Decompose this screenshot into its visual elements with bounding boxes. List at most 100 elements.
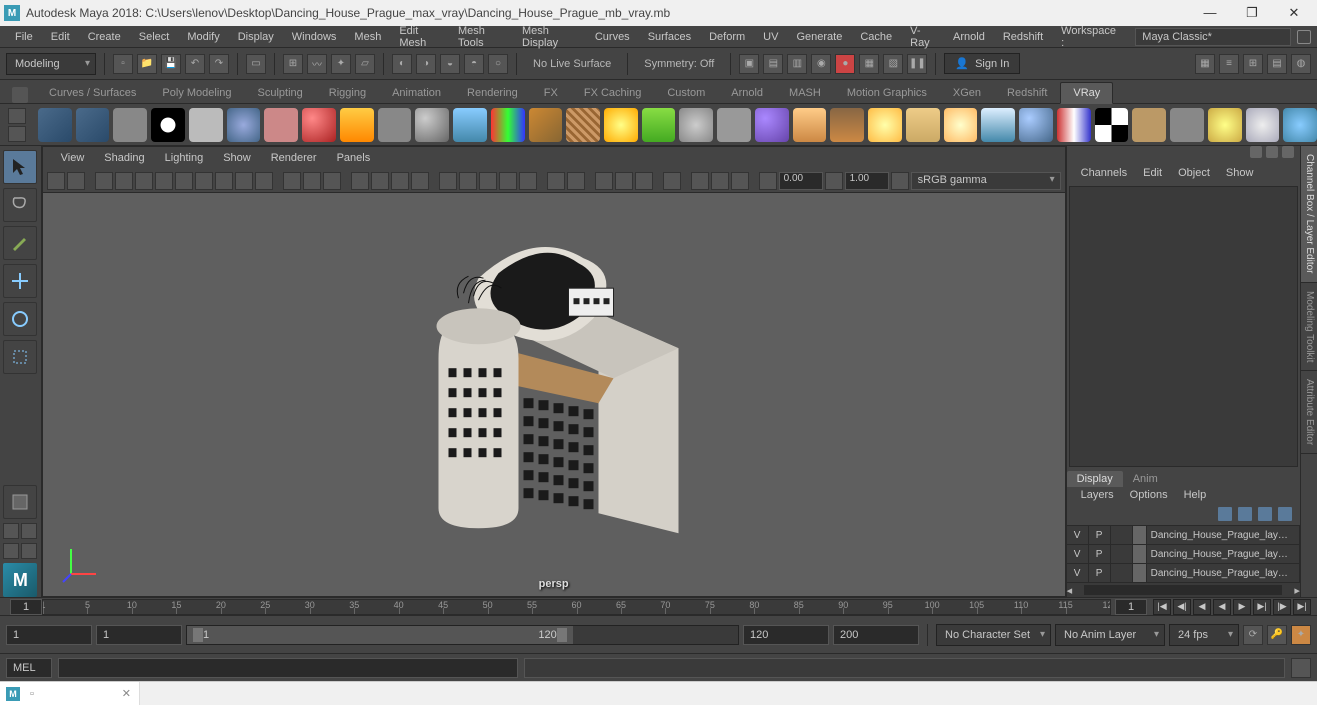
hypershade-icon[interactable]: ◉	[811, 54, 831, 74]
layer-icon-4[interactable]	[1278, 507, 1292, 521]
channel-menu-channels[interactable]: Channels	[1073, 167, 1135, 179]
close-button[interactable]: ✕	[1279, 5, 1309, 21]
layout-two-icon[interactable]	[21, 523, 37, 539]
pt-icon-22[interactable]	[519, 172, 537, 190]
pt-camera-icon[interactable]	[47, 172, 65, 190]
rotate-tool[interactable]	[3, 302, 37, 336]
vray-purple-icon[interactable]	[755, 108, 789, 142]
menu-deform[interactable]: Deform	[700, 31, 754, 43]
panel-menu-show[interactable]: Show	[213, 152, 261, 164]
vray-cone2-icon[interactable]	[906, 108, 940, 142]
viewport[interactable]: persp	[43, 193, 1065, 596]
vray-sphere-red-icon[interactable]	[302, 108, 336, 142]
goto-start-button[interactable]: |◀	[1153, 599, 1171, 615]
vray-light-icon[interactable]	[227, 108, 261, 142]
pt-icon-13[interactable]	[323, 172, 341, 190]
move-tool[interactable]	[3, 264, 37, 298]
maya-home-icon[interactable]: M	[3, 563, 37, 597]
menu-cache[interactable]: Cache	[851, 31, 901, 43]
layer-name[interactable]: Dancing_House_Prague_lay…	[1147, 564, 1300, 582]
panel-menu-shading[interactable]: Shading	[94, 152, 154, 164]
pt-icon-23[interactable]	[547, 172, 565, 190]
select-mode-icon[interactable]: ▭	[246, 54, 266, 74]
menu-v-ray[interactable]: V-Ray	[901, 25, 944, 49]
layer-tab-display[interactable]: Display	[1067, 471, 1123, 487]
autokey-icon[interactable]: 🔑	[1267, 625, 1287, 645]
symmetry-label[interactable]: Symmetry: Off	[636, 58, 722, 70]
channel-menu-edit[interactable]: Edit	[1135, 167, 1170, 179]
panel-menu-renderer[interactable]: Renderer	[261, 152, 327, 164]
range-end-outer[interactable]: 200	[833, 625, 919, 645]
step-fwd-button[interactable]: ▶|	[1253, 599, 1271, 615]
render-settings-icon[interactable]: ▥	[787, 54, 807, 74]
shelf-gear-icon[interactable]	[8, 126, 26, 142]
live-toggle3-icon[interactable]: ◒	[440, 54, 460, 74]
mode-selector[interactable]: Modeling	[6, 53, 96, 75]
menu-file[interactable]: File	[6, 31, 42, 43]
vray-rwb-icon[interactable]	[1057, 108, 1091, 142]
vray-cloud-icon[interactable]	[1246, 108, 1280, 142]
shelf-tab-motion-graphics[interactable]: Motion Graphics	[834, 82, 940, 104]
range-thumb-end-grip[interactable]	[557, 628, 567, 642]
shelf-tab-xgen[interactable]: XGen	[940, 82, 994, 104]
pt-icon-28[interactable]	[663, 172, 681, 190]
shelf-tab-rendering[interactable]: Rendering	[454, 82, 531, 104]
snap-plane-icon[interactable]: ▱	[355, 54, 375, 74]
layout-icon1[interactable]: ▦	[1195, 54, 1215, 74]
menu-uv[interactable]: UV	[754, 31, 787, 43]
menu-generate[interactable]: Generate	[787, 31, 851, 43]
shelf-tab-animation[interactable]: Animation	[379, 82, 454, 104]
pt-icon-12[interactable]	[303, 172, 321, 190]
pt-icon-27[interactable]	[635, 172, 653, 190]
layer-scrollbar[interactable]: ◂▸	[1067, 583, 1300, 597]
shelf-tab-poly-modeling[interactable]: Poly Modeling	[149, 82, 244, 104]
menu-mesh-tools[interactable]: Mesh Tools	[449, 25, 513, 49]
menu-surfaces[interactable]: Surfaces	[639, 31, 700, 43]
pause-icon[interactable]: ❚❚	[907, 54, 927, 74]
vray-sun-icon[interactable]	[604, 108, 638, 142]
shelf-tab-curves-surfaces[interactable]: Curves / Surfaces	[36, 82, 149, 104]
new-scene-icon[interactable]: ▫	[113, 54, 133, 74]
vray-light2-icon[interactable]	[868, 108, 902, 142]
charset-combo[interactable]: No Character Set	[936, 624, 1051, 646]
render-icon[interactable]: ▣	[739, 54, 759, 74]
pt-icon-30[interactable]	[711, 172, 729, 190]
layer-name[interactable]: Dancing_House_Prague_lay…	[1147, 526, 1300, 544]
vray-icon2[interactable]	[76, 108, 110, 142]
panel-menu-lighting[interactable]: Lighting	[155, 152, 214, 164]
layout-icon4[interactable]: ▤	[1267, 54, 1287, 74]
live-surface-label[interactable]: No Live Surface	[525, 58, 619, 70]
layout-four-icon[interactable]	[3, 523, 19, 539]
layer-name[interactable]: Dancing_House_Prague_lay…	[1147, 545, 1300, 563]
pt-colormgmt-icon[interactable]	[891, 172, 909, 190]
render-view-icon[interactable]: ▦	[859, 54, 879, 74]
pt-icon-29[interactable]	[691, 172, 709, 190]
vray-dome1-icon[interactable]	[793, 108, 827, 142]
layer-row[interactable]: VPDancing_House_Prague_lay…	[1067, 545, 1300, 564]
pt-icon-26[interactable]	[615, 172, 633, 190]
pt-icon-2[interactable]	[67, 172, 85, 190]
pt-icon-25[interactable]	[595, 172, 613, 190]
render-layer-icon[interactable]: ▧	[883, 54, 903, 74]
snap-grid-icon[interactable]: ⊞	[283, 54, 303, 74]
range-start-outer[interactable]: 1	[6, 625, 92, 645]
layer-color-swatch[interactable]	[1133, 545, 1147, 563]
vray-list-icon[interactable]	[189, 108, 223, 142]
pt-icon-15[interactable]	[371, 172, 389, 190]
chan-icon-1[interactable]	[1250, 146, 1262, 158]
vray-rgb-icon[interactable]	[491, 108, 525, 142]
vray-frame-icon[interactable]	[1132, 108, 1166, 142]
vtab-channel-box-layer-editor[interactable]: Channel Box / Layer Editor	[1301, 146, 1317, 283]
range-track[interactable]: 1 120	[186, 625, 739, 645]
shelf-tab-vray[interactable]: VRay	[1060, 82, 1113, 104]
snap-point-icon[interactable]: ✦	[331, 54, 351, 74]
pt-icon-24[interactable]	[567, 172, 585, 190]
menu-arnold[interactable]: Arnold	[944, 31, 994, 43]
pt-icon-31[interactable]	[731, 172, 749, 190]
panel-menu-panels[interactable]: Panels	[327, 152, 381, 164]
menu-curves[interactable]: Curves	[586, 31, 639, 43]
live-toggle4-icon[interactable]: ◓	[464, 54, 484, 74]
vray-smoke-icon[interactable]	[679, 108, 713, 142]
shelf-tab-custom[interactable]: Custom	[654, 82, 718, 104]
layer-color-swatch[interactable]	[1133, 526, 1147, 544]
